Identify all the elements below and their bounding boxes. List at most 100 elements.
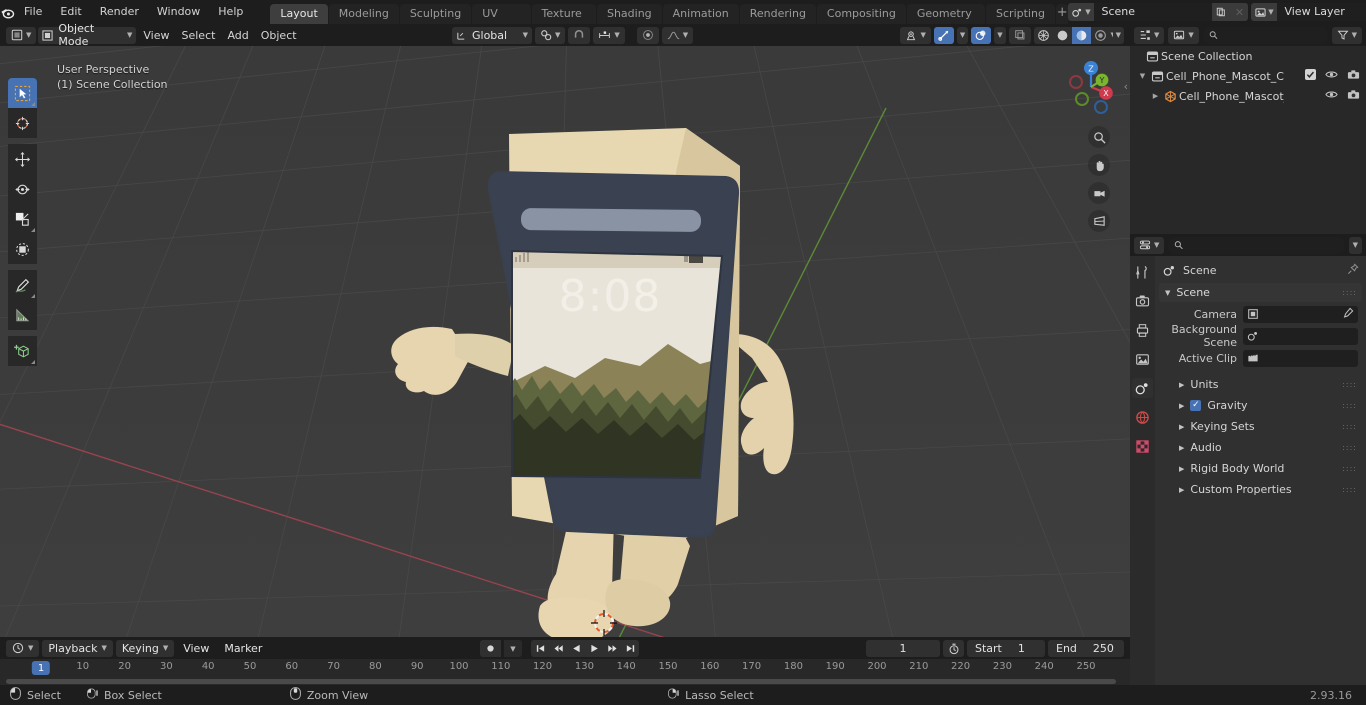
tab-layout[interactable]: Layout <box>270 4 328 24</box>
section-units[interactable]: ▶ Units :::: <box>1155 374 1366 395</box>
snap-target-icon[interactable]: ▼ <box>535 26 566 44</box>
editor-type-properties-icon[interactable]: ▼ <box>1134 236 1165 254</box>
tab-modeling[interactable]: Modeling <box>328 4 399 24</box>
tab-view-layer[interactable] <box>1132 349 1153 369</box>
outliner-row-costume-collection[interactable]: ▼ Cell_Phone_Mascot_Costume_ <box>1130 66 1366 86</box>
expand-triangle-icon[interactable]: ▶ <box>1149 92 1162 100</box>
viewport-menu-add[interactable]: Add <box>222 27 253 44</box>
scene-icon[interactable]: ▼ <box>1068 3 1095 21</box>
hide-in-viewport-eye-icon[interactable] <box>1325 89 1338 103</box>
tab-shading[interactable]: Shading <box>596 4 662 24</box>
exclude-checkbox[interactable] <box>1305 69 1316 83</box>
tab-texture[interactable] <box>1132 436 1153 456</box>
gizmo-toggle[interactable] <box>933 26 954 44</box>
snap-increment-icon[interactable]: ▼ <box>593 26 625 44</box>
tab-world[interactable] <box>1132 407 1153 427</box>
outliner-row-costume-object[interactable]: ▶ Cell_Phone_Mascot_Cost <box>1130 86 1366 106</box>
editor-type-timeline-icon[interactable]: ▼ <box>6 639 40 657</box>
pin-icon[interactable] <box>1347 263 1359 278</box>
xray-toggle[interactable] <box>1008 26 1031 44</box>
panel-header-scene[interactable]: ▼ Scene :::: <box>1159 283 1362 302</box>
add-workspace-button[interactable]: + <box>1055 4 1069 24</box>
shading-dropdown[interactable]: ▼ <box>1112 26 1124 44</box>
view-layer-selector[interactable]: ▼ View Layer ✕ <box>1251 3 1366 21</box>
tab-geometry-nodes[interactable]: Geometry Nodes <box>906 4 986 40</box>
tab-rendering[interactable]: Rendering <box>739 4 816 24</box>
overlays-dropdown[interactable]: ▼ <box>994 26 1006 44</box>
tab-tool[interactable] <box>1132 262 1153 282</box>
auto-keying-button[interactable] <box>480 640 501 657</box>
perspective-toggle-icon[interactable] <box>1088 210 1110 232</box>
navigation-gizmo[interactable]: Z Y X <box>1060 56 1122 118</box>
outliner-search-input[interactable] <box>1202 26 1328 44</box>
scene-selector[interactable]: ▼ Scene ✕ <box>1068 3 1249 21</box>
menu-render[interactable]: Render <box>91 3 148 21</box>
disable-in-render-camera-icon[interactable] <box>1347 89 1360 103</box>
active-clip-field[interactable] <box>1243 349 1358 367</box>
rotate-tool[interactable] <box>8 174 37 204</box>
camera-view-icon[interactable] <box>1088 182 1110 204</box>
camera-field[interactable] <box>1243 305 1358 323</box>
zoom-icon[interactable] <box>1088 126 1110 148</box>
viewport-menu-object[interactable]: Object <box>256 27 302 44</box>
tweak-tool[interactable] <box>8 78 37 108</box>
pan-hand-icon[interactable] <box>1088 154 1110 176</box>
annotate-tool[interactable] <box>8 270 37 300</box>
editor-type-3dview-icon[interactable]: ▼ <box>6 26 37 44</box>
properties-options-dropdown[interactable]: ▼ <box>1348 236 1362 254</box>
section-gravity[interactable]: ▶ ✓ Gravity :::: <box>1155 395 1366 416</box>
section-rigid-body-world[interactable]: ▶ Rigid Body World :::: <box>1155 458 1366 479</box>
unlink-scene-button[interactable]: ✕ <box>1230 3 1249 21</box>
falloff-curve-icon[interactable]: ▼ <box>661 26 694 44</box>
move-tool[interactable] <box>8 144 37 174</box>
properties-search-field[interactable] <box>1187 238 1339 252</box>
gravity-checkbox[interactable]: ✓ <box>1190 400 1202 411</box>
eyedropper-icon[interactable] <box>1342 307 1354 322</box>
section-keying-sets[interactable]: ▶ Keying Sets :::: <box>1155 416 1366 437</box>
tab-scripting[interactable]: Scripting <box>986 4 1055 24</box>
shading-solid-button[interactable] <box>1053 27 1072 44</box>
tab-animation[interactable]: Animation <box>662 4 739 24</box>
jump-next-keyframe-button[interactable] <box>603 640 621 657</box>
overlays-toggle[interactable] <box>971 26 992 44</box>
start-frame-field[interactable]: Start 1 <box>967 640 1045 657</box>
viewlayer-icon[interactable]: ▼ <box>1251 3 1278 21</box>
timeline-playhead[interactable]: 1 <box>31 661 51 675</box>
hide-in-viewport-eye-icon[interactable] <box>1325 69 1338 83</box>
add-cube-tool[interactable] <box>8 336 37 366</box>
outliner-search-field[interactable] <box>1221 28 1322 42</box>
editor-type-outliner-icon[interactable]: ▼ <box>1134 26 1165 44</box>
tab-uv-editing[interactable]: UV Editing <box>472 4 531 40</box>
timeline-ruler[interactable]: 10 20 30 40 50 60 70 80 90 100 110 120 130 140 150 160 1… <box>0 659 1130 677</box>
timeline-menu-playback[interactable]: Playback ▼ <box>42 639 113 657</box>
viewport-menu-select[interactable]: Select <box>177 27 221 44</box>
tab-scene[interactable] <box>1132 378 1153 398</box>
view-layer-name[interactable]: View Layer <box>1277 3 1366 21</box>
tab-render[interactable] <box>1132 291 1153 311</box>
viewport-menu-view[interactable]: View <box>138 27 174 44</box>
outliner-filter-icon[interactable]: ▼ <box>1331 26 1362 44</box>
timeline-menu-keying[interactable]: Keying ▼ <box>115 639 175 657</box>
viewport-visibility-icon[interactable]: ▼ <box>900 26 931 44</box>
transform-orientation-selector[interactable]: Global ▼ <box>452 26 532 44</box>
timeline-menu-view[interactable]: View <box>177 640 215 657</box>
transform-tool[interactable] <box>8 234 37 264</box>
section-audio[interactable]: ▶ Audio :::: <box>1155 437 1366 458</box>
expand-triangle-icon[interactable]: ▼ <box>1136 72 1149 80</box>
disable-in-render-camera-icon[interactable] <box>1347 69 1360 83</box>
proportional-edit-icon[interactable] <box>636 26 659 44</box>
auto-keying-dropdown[interactable]: ▼ <box>504 640 522 657</box>
menu-window[interactable]: Window <box>148 3 209 21</box>
timeline-scrollbar[interactable] <box>0 678 1130 685</box>
cursor-tool[interactable] <box>8 108 37 138</box>
outliner-row-scene-collection[interactable]: Scene Collection <box>1130 46 1366 66</box>
tab-output[interactable] <box>1132 320 1153 340</box>
jump-prev-keyframe-button[interactable] <box>549 640 567 657</box>
section-custom-properties[interactable]: ▶ Custom Properties :::: <box>1155 479 1366 500</box>
outliner-display-mode[interactable]: ▼ <box>1168 26 1199 44</box>
new-scene-button[interactable] <box>1212 3 1231 21</box>
tab-sculpting[interactable]: Sculpting <box>399 4 472 24</box>
timeline-menu-marker[interactable]: Marker <box>218 640 268 657</box>
blender-logo-icon[interactable] <box>0 0 15 24</box>
scene-name[interactable]: Scene <box>1094 3 1213 21</box>
